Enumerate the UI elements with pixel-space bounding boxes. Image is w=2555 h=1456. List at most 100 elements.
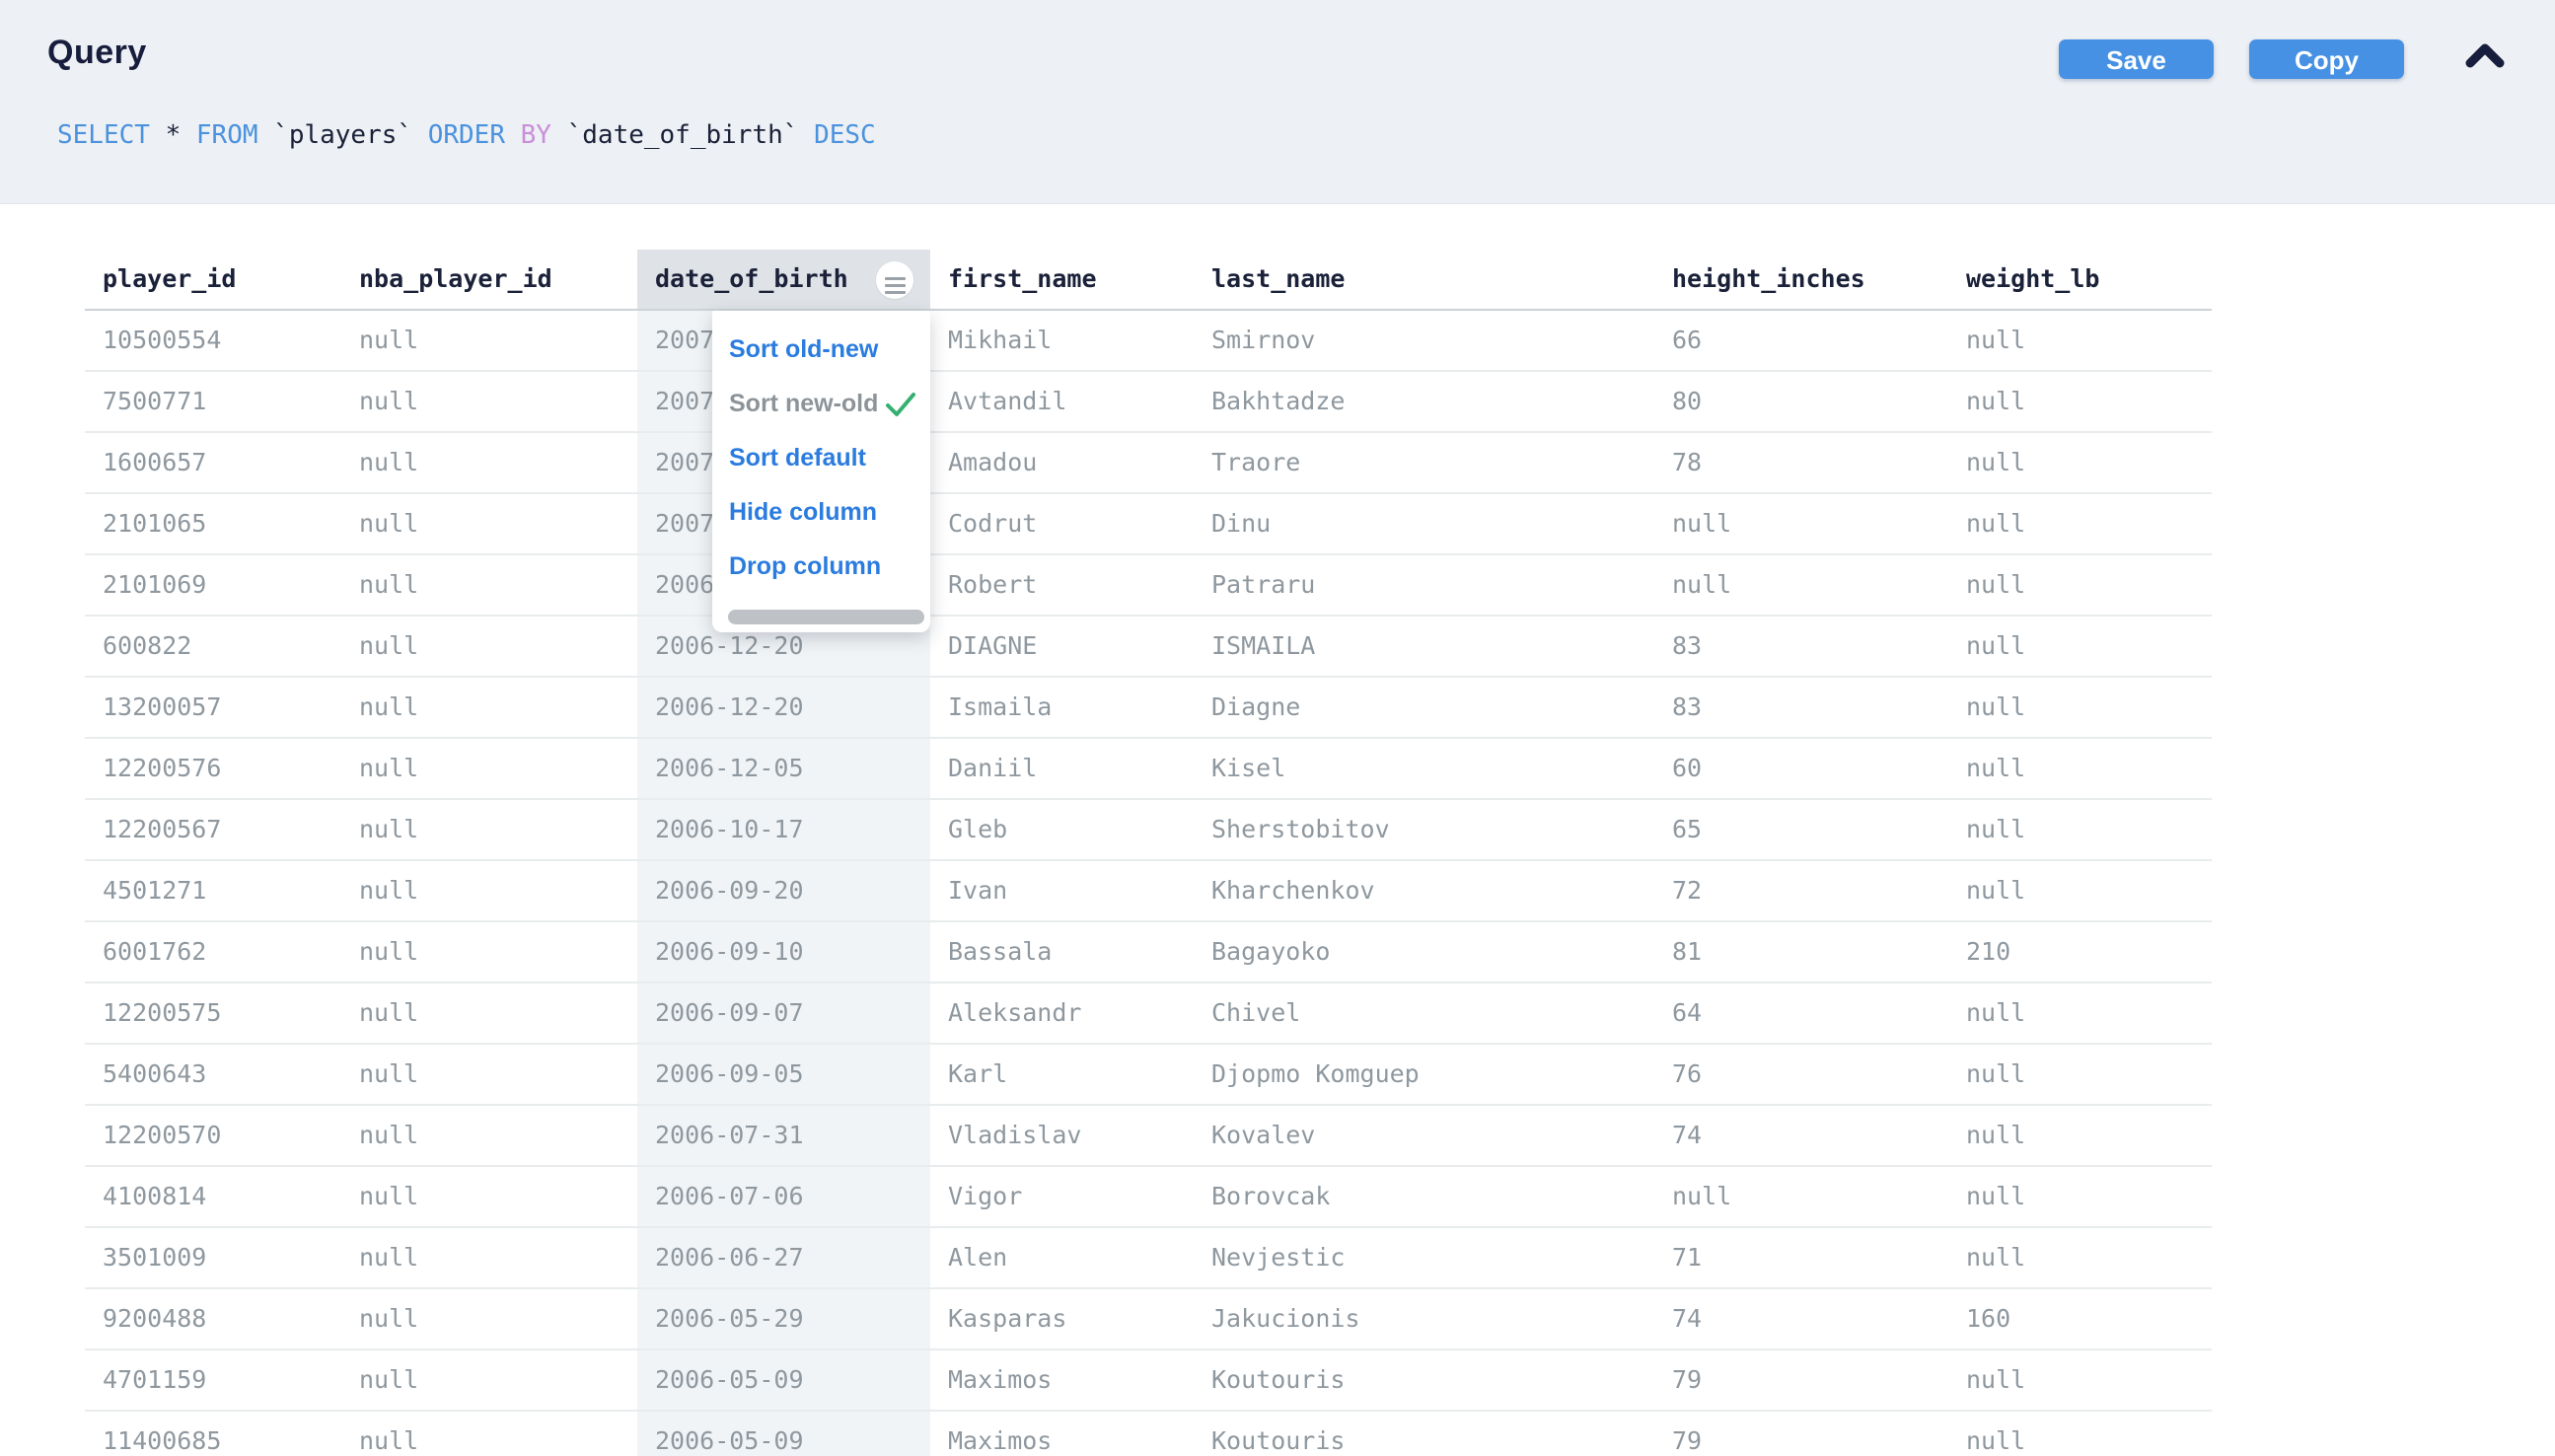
table-cell: null xyxy=(1948,739,2212,798)
table-cell: 12200567 xyxy=(85,800,341,859)
column-header-nba_player_id[interactable]: nba_player_id xyxy=(341,250,637,309)
table-cell: null xyxy=(341,983,637,1043)
table-cell: null xyxy=(341,372,637,431)
table-cell: null xyxy=(1654,555,1948,615)
table-cell: null xyxy=(341,1106,637,1165)
table-cell: Aleksandr xyxy=(930,983,1194,1043)
table-row: 5400643null2006-09-05KarlDjopmo Komguep7… xyxy=(85,1045,2212,1106)
table-cell: 5400643 xyxy=(85,1045,341,1104)
table-row: 3501009null2006-06-27AlenNevjestic71null xyxy=(85,1228,2212,1289)
column-header-player_id[interactable]: player_id xyxy=(85,250,341,309)
table-cell: 64 xyxy=(1654,983,1948,1043)
table-cell: null xyxy=(341,861,637,920)
table-cell: Alen xyxy=(930,1228,1194,1287)
table-cell: 12200575 xyxy=(85,983,341,1043)
table-cell: null xyxy=(341,617,637,676)
menu-scrollbar[interactable] xyxy=(728,610,924,624)
column-header-first_name[interactable]: first_name xyxy=(930,250,1194,309)
table-cell: 1600657 xyxy=(85,433,341,492)
sql-token: * xyxy=(150,120,196,150)
table-cell: 78 xyxy=(1654,433,1948,492)
table-cell: null xyxy=(341,555,637,615)
table-cell: 13200057 xyxy=(85,678,341,737)
table-cell: 71 xyxy=(1654,1228,1948,1287)
table-cell: 2006-07-06 xyxy=(637,1167,930,1226)
table-cell: null xyxy=(1948,1228,2212,1287)
table-cell: Sherstobitov xyxy=(1194,800,1654,859)
table-cell: 3501009 xyxy=(85,1228,341,1287)
table-cell: 83 xyxy=(1654,617,1948,676)
sql-token: DESC xyxy=(814,120,876,150)
table-cell: 79 xyxy=(1654,1350,1948,1410)
sql-token: `date_of_birth` xyxy=(551,120,814,150)
table-cell: Karl xyxy=(930,1045,1194,1104)
sql-token: ORDER xyxy=(428,120,505,150)
table-cell: null xyxy=(341,1289,637,1348)
table-cell: 80 xyxy=(1654,372,1948,431)
table-cell: 65 xyxy=(1654,800,1948,859)
collapse-panel-button[interactable] xyxy=(2462,36,2510,79)
table-row: 12200575null2006-09-07AleksandrChivel64n… xyxy=(85,983,2212,1045)
table-cell: Bakhtadze xyxy=(1194,372,1654,431)
hamburger-icon-bar xyxy=(885,291,906,294)
table-cell: null xyxy=(1948,678,2212,737)
page-title: Query xyxy=(47,34,147,72)
table-cell: 210 xyxy=(1948,922,2212,982)
sql-token xyxy=(505,120,521,150)
column-menu-button[interactable] xyxy=(876,261,913,299)
column-header-weight_lb[interactable]: weight_lb xyxy=(1948,250,2212,309)
table-cell: 66 xyxy=(1654,311,1948,370)
table-cell: null xyxy=(1948,1167,2212,1226)
table-cell: 160 xyxy=(1948,1289,2212,1348)
table-cell: 2006-05-29 xyxy=(637,1289,930,1348)
menu-item-label: Sort old-new xyxy=(729,335,878,364)
menu-item-sort-old-new[interactable]: Sort old-new xyxy=(712,323,930,377)
table-cell: 12200570 xyxy=(85,1106,341,1165)
table-cell: null xyxy=(1948,800,2212,859)
table-cell: Ismaila xyxy=(930,678,1194,737)
table-cell: Smirnov xyxy=(1194,311,1654,370)
table-cell: Maximos xyxy=(930,1350,1194,1410)
table-row: 4100814null2006-07-06VigorBorovcaknullnu… xyxy=(85,1167,2212,1228)
table-cell: null xyxy=(1948,983,2212,1043)
table-row: 12200576null2006-12-05DaniilKisel60null xyxy=(85,739,2212,800)
column-header-last_name[interactable]: last_name xyxy=(1194,250,1654,309)
table-row: 7500771null2007AvtandilBakhtadze80null xyxy=(85,372,2212,433)
table-cell: 2006-12-05 xyxy=(637,739,930,798)
table-cell: DIAGNE xyxy=(930,617,1194,676)
table-cell: null xyxy=(1948,1045,2212,1104)
table-cell: Djopmo Komguep xyxy=(1194,1045,1654,1104)
column-header-date_of_birth[interactable]: date_of_birth xyxy=(637,250,930,309)
menu-item-label: Sort default xyxy=(729,444,866,473)
table-cell: null xyxy=(1948,433,2212,492)
menu-item-drop-column[interactable]: Drop column xyxy=(712,540,930,594)
menu-item-hide-column[interactable]: Hide column xyxy=(712,485,930,540)
table-cell: null xyxy=(341,678,637,737)
table-cell: 2006-05-09 xyxy=(637,1412,930,1456)
table-cell: null xyxy=(1654,494,1948,553)
table-cell: Vigor xyxy=(930,1167,1194,1226)
sql-token: FROM xyxy=(196,120,258,150)
table-row: 6001762null2006-09-10BassalaBagayoko8121… xyxy=(85,922,2212,983)
check-icon xyxy=(885,391,916,418)
table-cell: Koutouris xyxy=(1194,1350,1654,1410)
table-cell: 74 xyxy=(1654,1106,1948,1165)
copy-button[interactable]: Copy xyxy=(2249,39,2404,79)
table-cell: Dinu xyxy=(1194,494,1654,553)
sql-query-text: SELECT * FROM `players` ORDER BY `date_o… xyxy=(57,120,876,150)
table-row: 600822null2006-12-20DIAGNEISMAILA83null xyxy=(85,617,2212,678)
menu-item-sort-new-old[interactable]: Sort new-old xyxy=(712,377,930,431)
table-cell: 12200576 xyxy=(85,739,341,798)
table-cell: null xyxy=(341,922,637,982)
table-cell: 83 xyxy=(1654,678,1948,737)
menu-item-sort-default[interactable]: Sort default xyxy=(712,431,930,485)
save-button[interactable]: Save xyxy=(2059,39,2214,79)
query-panel: Query SELECT * FROM `players` ORDER BY `… xyxy=(0,0,2555,204)
table-cell: null xyxy=(1948,617,2212,676)
table-cell: null xyxy=(1948,861,2212,920)
table-cell: 2006-09-20 xyxy=(637,861,930,920)
column-header-height_inches[interactable]: height_inches xyxy=(1654,250,1948,309)
table-cell: null xyxy=(1948,494,2212,553)
table-cell: Bassala xyxy=(930,922,1194,982)
table-body: 10500554null2007MikhailSmirnov66null7500… xyxy=(85,311,2212,1456)
